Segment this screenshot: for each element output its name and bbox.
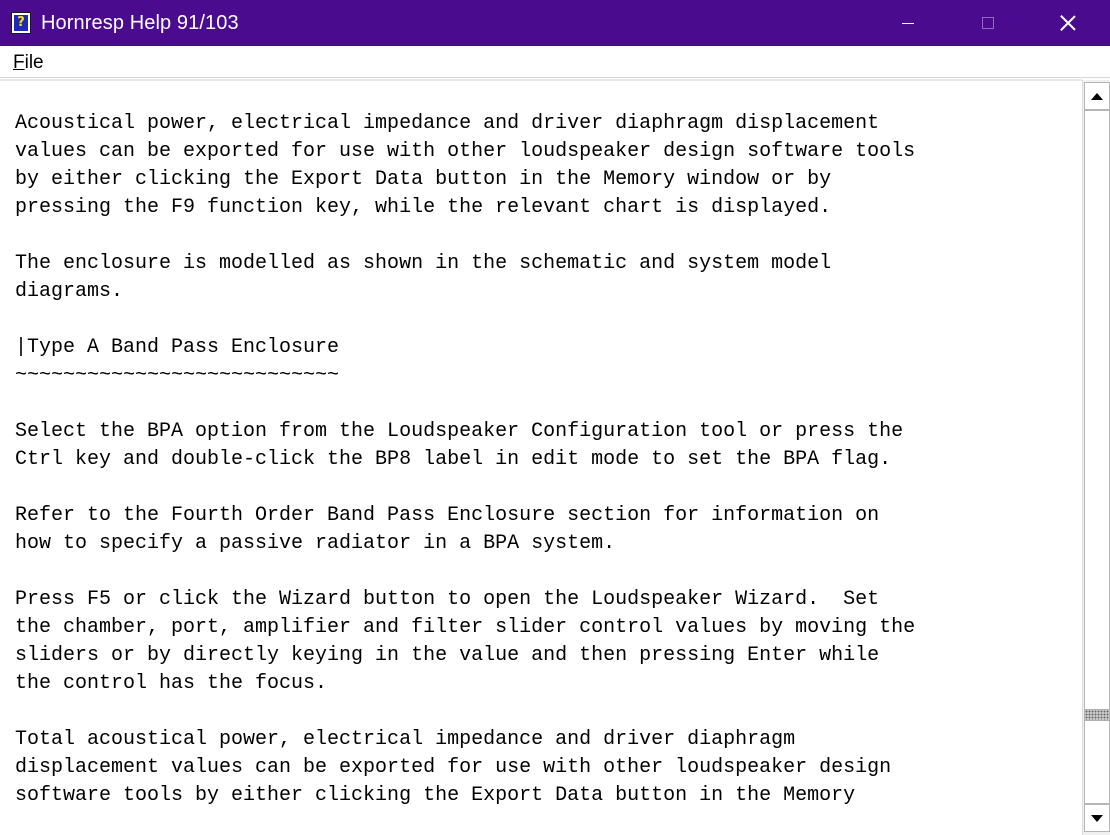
menu-separator [0,79,1082,81]
help-text-line: by either clicking the Export Data butto… [15,168,832,191]
close-icon [1060,15,1076,31]
help-text-line [15,474,1077,502]
help-text-line: the control has the focus. [15,672,328,695]
help-question-icon: ? [11,12,31,34]
help-text-area[interactable]: Acoustical power, electrical impedance a… [15,110,1077,835]
minimize-button[interactable] [878,0,938,46]
vertical-scrollbar[interactable] [1082,80,1110,835]
scroll-down-button[interactable] [1084,804,1110,832]
scroll-track[interactable] [1084,110,1110,804]
help-text-line: Ctrl key and double-click the BP8 label … [15,448,892,471]
maximize-icon [982,17,994,29]
help-text-line: diagrams. [15,280,124,303]
help-text-line: Press F5 or click the Wizard button to o… [15,588,880,611]
help-text-line [15,558,1077,586]
help-text-line [15,698,1077,726]
menu-file-mnemonic: F [13,52,25,73]
arrow-down-icon [1091,814,1103,822]
help-text-line [15,222,1077,250]
scroll-up-button[interactable] [1084,82,1110,110]
help-text-line: ~~~~~~~~~~~~~~~~~~~~~~~~~~~ [15,364,340,387]
close-button[interactable] [1038,0,1098,46]
help-text-line: Select the BPA option from the Loudspeak… [15,420,904,443]
scroll-thumb[interactable] [1084,709,1110,722]
title-bar[interactable]: ? Hornresp Help 91/103 [0,0,1110,46]
menu-file-label: ile [24,52,44,73]
help-text-line [15,306,1077,334]
window-title: Hornresp Help 91/103 [41,12,239,34]
help-text-line: software tools by either clicking the Ex… [15,784,856,807]
help-text-line: the chamber, port, amplifier and filter … [15,616,916,639]
help-text-line: pressing the F9 function key, while the … [15,196,832,219]
menu-bar: File [0,46,1110,78]
help-text-line: how to specify a passive radiator in a B… [15,532,616,555]
help-text-line: Acoustical power, electrical impedance a… [15,112,880,135]
help-text-line: Refer to the Fourth Order Band Pass Encl… [15,504,880,527]
help-text-line: Total acoustical power, electrical imped… [15,728,796,751]
minimize-icon [902,22,914,24]
menu-file[interactable]: File [13,53,44,73]
help-text-line: The enclosure is modelled as shown in th… [15,252,832,275]
maximize-button[interactable] [958,0,1018,46]
help-text-line: values can be exported for use with othe… [15,140,916,163]
arrow-up-icon [1091,92,1103,100]
help-text-line: sliders or by directly keying in the val… [15,644,880,667]
help-text-line [15,390,1077,418]
help-text-line: |Type A Band Pass Enclosure [15,336,340,359]
help-text-line: displacement values can be exported for … [15,756,892,779]
